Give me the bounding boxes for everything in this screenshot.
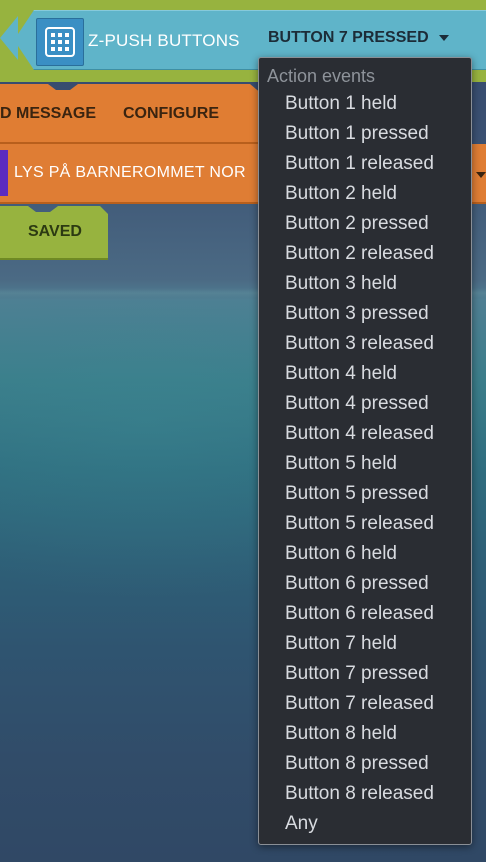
action-block-label: D MESSAGE: [0, 105, 97, 122]
menu-item[interactable]: Button 3 released: [259, 329, 471, 359]
grid-icon: [36, 18, 84, 66]
menu-item[interactable]: Button 5 released: [259, 509, 471, 539]
menu-item[interactable]: Any: [259, 809, 471, 839]
menu-item[interactable]: Button 4 released: [259, 419, 471, 449]
menu-item[interactable]: Button 1 held: [259, 89, 471, 119]
menu-item[interactable]: Button 8 held: [259, 719, 471, 749]
event-dropdown-menu[interactable]: Action events Button 1 held Button 1 pre…: [258, 57, 472, 845]
configure-button[interactable]: CONFIGURE: [123, 105, 219, 123]
menu-item[interactable]: Button 2 held: [259, 179, 471, 209]
menu-item[interactable]: Button 6 pressed: [259, 569, 471, 599]
menu-item[interactable]: Button 8 released: [259, 779, 471, 809]
menu-item[interactable]: Button 4 held: [259, 359, 471, 389]
menu-item[interactable]: Button 8 pressed: [259, 749, 471, 779]
menu-item[interactable]: Button 1 pressed: [259, 119, 471, 149]
menu-item[interactable]: Button 3 held: [259, 269, 471, 299]
menu-item-list: Button 1 held Button 1 pressed Button 1 …: [259, 89, 471, 839]
menu-item[interactable]: Button 6 held: [259, 539, 471, 569]
event-dropdown-value: BUTTON 7 PRESSED: [268, 29, 429, 46]
menu-item[interactable]: Button 2 released: [259, 239, 471, 269]
menu-section-header: Action events: [267, 66, 376, 86]
menu-item[interactable]: Button 7 pressed: [259, 659, 471, 689]
event-dropdown[interactable]: BUTTON 7 PRESSED: [268, 29, 449, 47]
menu-item[interactable]: Button 5 pressed: [259, 479, 471, 509]
chevron-down-icon[interactable]: [476, 172, 486, 178]
chevron-down-icon: [438, 35, 449, 41]
menu-item[interactable]: Button 6 released: [259, 599, 471, 629]
menu-item[interactable]: Button 5 held: [259, 449, 471, 479]
target-device-name[interactable]: LYS PÅ BARNEROMMET NOR: [14, 164, 246, 182]
menu-item[interactable]: Button 3 pressed: [259, 299, 471, 329]
device-color-chip: [0, 150, 8, 196]
menu-item[interactable]: Button 4 pressed: [259, 389, 471, 419]
menu-item[interactable]: Button 7 held: [259, 629, 471, 659]
menu-item[interactable]: Button 7 released: [259, 689, 471, 719]
saved-status-label: SAVED: [28, 223, 82, 240]
device-type-label: Z-PUSH BUTTONS: [88, 31, 240, 50]
menu-item[interactable]: Button 2 pressed: [259, 209, 471, 239]
menu-item[interactable]: Button 1 released: [259, 149, 471, 179]
